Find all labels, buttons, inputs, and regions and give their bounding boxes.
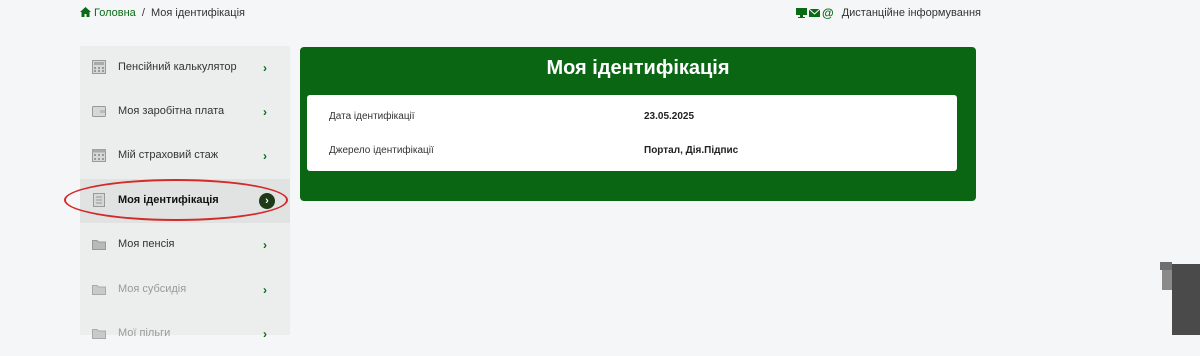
- sidebar-item-label: Моя субсидія: [118, 283, 187, 295]
- breadcrumb-separator: /: [141, 7, 145, 19]
- chevron-right-icon: ›: [263, 61, 267, 75]
- wallet-icon: [92, 106, 106, 117]
- sidebar-item-label: Мій страховий стаж: [118, 149, 219, 161]
- remote-info-bar: @ Дистанційне інформування: [796, 7, 981, 19]
- sidebar-item-label: Моя пенсія: [118, 238, 175, 250]
- breadcrumb: Головна / Моя ідентифікація: [80, 7, 245, 19]
- chevron-right-icon: ›: [263, 105, 267, 119]
- breadcrumb-home-link[interactable]: Головна: [80, 7, 139, 19]
- breadcrumb-home-label[interactable]: Головна: [94, 7, 136, 19]
- chevron-right-circle-icon: ›: [259, 193, 275, 209]
- identification-panel: Моя ідентифікація Дата ідентифікації 23.…: [300, 47, 976, 201]
- folder-icon: [92, 240, 106, 250]
- breadcrumb-current: Моя ідентифікація: [150, 7, 246, 19]
- identification-date-value: 23.05.2025: [644, 111, 695, 122]
- decorative-shape: [1160, 262, 1200, 335]
- folder-icon: [92, 285, 106, 295]
- sidebar-item-my-benefits[interactable]: Мої пільги ›: [80, 312, 290, 356]
- sidebar-item-my-salary[interactable]: Моя заробітна плата ›: [80, 90, 290, 134]
- calendar-icon: [92, 149, 106, 162]
- sidebar-item-label: Моя заробітна плата: [118, 105, 225, 117]
- folder-icon: [92, 329, 106, 339]
- at-sign-icon[interactable]: @: [822, 7, 834, 19]
- identification-date-label: Дата ідентифікації: [329, 111, 415, 122]
- top-bar: Головна / Моя ідентифікація @ Дистанційн…: [0, 0, 1200, 28]
- identification-card: Дата ідентифікації 23.05.2025 Джерело ід…: [307, 95, 957, 171]
- home-icon: [80, 7, 91, 17]
- chevron-right-icon: ›: [263, 238, 267, 252]
- monitor-icon[interactable]: [796, 8, 807, 18]
- sidebar-item-insurance-record[interactable]: Мій страховий стаж ›: [80, 134, 290, 178]
- sidebar-item-label: Моя ідентифікація: [118, 194, 219, 206]
- sidebar-item-label: Мої пільги: [118, 327, 171, 339]
- chevron-right-icon: ›: [263, 149, 267, 163]
- sidebar-item-label: Пенсійний калькулятор: [118, 61, 237, 73]
- chevron-right-icon: ›: [263, 327, 267, 341]
- sidebar-item-my-pension[interactable]: Моя пенсія ›: [80, 223, 290, 267]
- identification-source-value: Портал, Дія.Підпис: [644, 145, 739, 156]
- remote-info-link[interactable]: Дистанційне інформування: [842, 7, 981, 19]
- page-title: Моя ідентифікація: [546, 57, 730, 79]
- identification-source-label: Джерело ідентифікації: [329, 145, 434, 156]
- envelope-icon[interactable]: [809, 8, 820, 18]
- sidebar-menu: Пенсійний калькулятор › Моя заробітна пл…: [80, 46, 290, 341]
- sidebar-item-my-identification[interactable]: Моя ідентифікація ›: [80, 179, 290, 223]
- document-icon: [93, 193, 105, 207]
- calculator-icon: [92, 60, 106, 74]
- chevron-right-icon: ›: [263, 283, 267, 297]
- sidebar-item-pension-calculator[interactable]: Пенсійний калькулятор ›: [80, 46, 290, 90]
- sidebar-item-my-subsidy[interactable]: Моя субсидія ›: [80, 268, 290, 312]
